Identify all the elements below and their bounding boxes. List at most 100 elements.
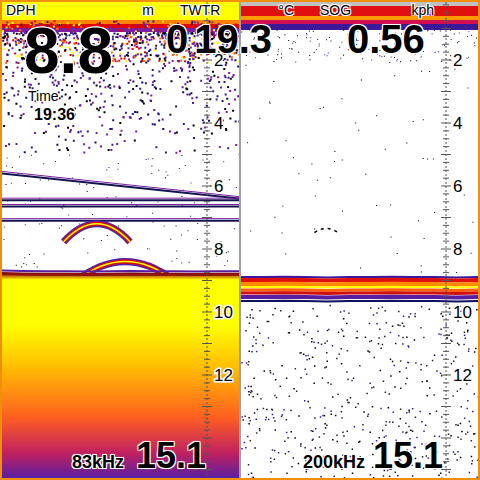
scale-tick: [443, 430, 449, 431]
scale-tick: [204, 304, 210, 305]
readout-value-row: 019.3: [162, 19, 302, 59]
readout-value-row: 0.56: [302, 19, 478, 59]
scale-tick: [441, 375, 451, 376]
echo-noise: [2, 21, 239, 479]
scale-tick: [443, 36, 449, 37]
scale-label: 8: [214, 240, 223, 259]
depth-scale: 24681012: [202, 2, 233, 478]
scale-tick: [443, 193, 449, 194]
readout-bar: DPHm8.8TWTR°C019.3SOGkph0.56: [2, 2, 478, 83]
scale-tick: [443, 319, 449, 320]
thermocline-layer: [2, 219, 239, 221]
scale-tick: [202, 154, 212, 155]
scale-tick: [443, 201, 449, 202]
scale-tick: [204, 241, 210, 242]
time-readout: Time19:36: [28, 88, 75, 124]
thermocline-layer: [2, 204, 239, 206]
scale-tick: [443, 453, 449, 454]
scale-tick: [443, 241, 449, 242]
scale-tick: [443, 422, 449, 423]
surface-clutter: [241, 2, 478, 6]
scale-tick: [441, 28, 451, 29]
scale-tick: [443, 170, 449, 171]
scale-tick: [441, 60, 451, 61]
scale-tick: [204, 130, 210, 131]
scale-label: 6: [453, 177, 462, 196]
scale-tick: [443, 382, 449, 383]
scale-tick: [443, 44, 449, 45]
bottom-echo: [241, 286, 478, 289]
scale-tick: [204, 351, 210, 352]
scale-tick: [441, 123, 451, 124]
scale-tick: [443, 296, 449, 297]
depth-scale: 24681012: [441, 2, 472, 478]
sonar-echoes: [241, 2, 478, 478]
scale-tick: [204, 75, 210, 76]
scale-tick: [202, 217, 212, 218]
range-value: 15.1: [373, 438, 443, 474]
bottom-echo: [241, 295, 478, 300]
bottom-echo: [241, 288, 478, 292]
readout-prefix: 0: [166, 19, 188, 59]
scale-tick: [204, 422, 210, 423]
sonar-echoes: [2, 2, 239, 478]
scale-tick: [443, 162, 449, 163]
readout-value: 19.3: [194, 19, 272, 59]
bottom-echo: [241, 300, 478, 303]
scale-tick: [443, 461, 449, 462]
scale-label: 12: [214, 366, 233, 385]
scale-tick: [204, 170, 210, 171]
scale-tick: [441, 217, 451, 218]
scale-tick: [441, 343, 451, 344]
scale-tick: [443, 67, 449, 68]
frequency-label: 200kHz: [303, 453, 365, 471]
scale-tick: [441, 249, 451, 250]
scale-tick: [443, 52, 449, 53]
panel-footer: 200kHz 15.1: [241, 438, 478, 474]
scale-tick: [204, 359, 210, 360]
scale-tick: [204, 264, 210, 265]
scale-tick: [443, 304, 449, 305]
scale-tick: [204, 390, 210, 391]
scale-tick: [204, 99, 210, 100]
scale-tick: [202, 280, 212, 281]
scale-tick: [204, 327, 210, 328]
bottom-echo: [241, 282, 478, 287]
scale-tick: [443, 414, 449, 415]
scale-tick: [204, 398, 210, 399]
scale-tick: [202, 343, 212, 344]
echo-noise: [241, 29, 478, 478]
scale-tick: [204, 107, 210, 108]
time-label: Time: [28, 88, 75, 105]
scale-tick: [443, 367, 449, 368]
scale-tick: [443, 445, 449, 446]
scale-tick: [204, 138, 210, 139]
scale-tick: [443, 99, 449, 100]
scale-label: 10: [453, 303, 472, 322]
scale-tick: [443, 233, 449, 234]
readout-unit: °C: [278, 2, 294, 19]
scale-tick: [204, 272, 210, 273]
scale-tick: [204, 162, 210, 163]
readout: TWTR°C019.3: [162, 2, 302, 83]
scale-tick: [202, 249, 212, 250]
thermocline-layer: [2, 171, 239, 198]
scale-label: 8: [453, 240, 462, 259]
scale-tick: [204, 209, 210, 210]
readout: DPHm8.8: [2, 2, 162, 83]
scale-tick: [441, 186, 451, 187]
scale-tick: [443, 130, 449, 131]
fish-arch: [64, 224, 130, 242]
range-value: 15.1: [136, 438, 206, 474]
scale-tick: [443, 75, 449, 76]
scale-label: 4: [214, 114, 223, 133]
scale-tick: [204, 225, 210, 226]
echo-noise: [243, 305, 476, 478]
scale-tick: [441, 154, 451, 155]
scale-tick: [443, 115, 449, 116]
time-value: 19:36: [28, 105, 75, 124]
scale-tick: [204, 146, 210, 147]
scale-tick: [443, 264, 449, 265]
readout-header: DPHm: [2, 2, 162, 19]
scale-tick: [443, 209, 449, 210]
